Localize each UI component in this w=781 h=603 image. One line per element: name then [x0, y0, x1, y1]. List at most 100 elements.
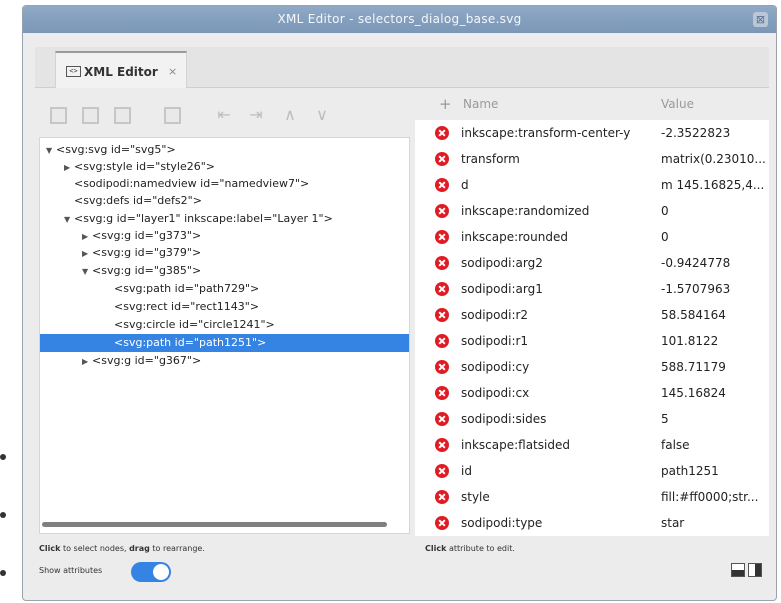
tree-node[interactable]: <svg:rect id="rect1143"> [40, 298, 409, 316]
attribute-value[interactable]: star [661, 516, 769, 530]
delete-attribute-icon[interactable] [435, 126, 449, 140]
attribute-row[interactable]: sodipodi:r1 101.8122 [415, 328, 769, 354]
attribute-row[interactable]: d m 145.16825,4... [415, 172, 769, 198]
duplicate-node-icon[interactable] [111, 104, 133, 126]
attribute-value[interactable]: matrix(0.23010... [661, 152, 769, 166]
attribute-row[interactable]: sodipodi:r2 58.584164 [415, 302, 769, 328]
tab-xml-editor[interactable]: <> XML Editor × [55, 51, 187, 88]
attribute-name[interactable]: sodipodi:arg2 [461, 256, 543, 270]
tree-node[interactable]: <svg:defs id="defs2"> [40, 192, 409, 210]
attribute-name[interactable]: id [461, 464, 472, 478]
layout-vertical-icon[interactable] [748, 563, 762, 577]
tree-node[interactable]: ▼ <svg:g id="g385"> [40, 262, 409, 280]
attribute-value[interactable]: m 145.16825,4... [661, 178, 769, 192]
attribute-value[interactable]: false [661, 438, 769, 452]
attribute-name[interactable]: sodipodi:r2 [461, 308, 528, 322]
attribute-name[interactable]: transform [461, 152, 520, 166]
delete-attribute-icon[interactable] [435, 204, 449, 218]
tree-node[interactable]: ▶ <svg:style id="style26"> [40, 158, 409, 176]
attribute-name[interactable]: sodipodi:cy [461, 360, 529, 374]
new-element-node-icon[interactable] [47, 104, 69, 126]
horizontal-scrollbar[interactable] [42, 522, 387, 527]
attribute-row[interactable]: sodipodi:sides 5 [415, 406, 769, 432]
attribute-name[interactable]: inkscape:transform-center-y [461, 126, 630, 140]
tree-node[interactable]: <svg:circle id="circle1241"> [40, 316, 409, 334]
delete-attribute-icon[interactable] [435, 360, 449, 374]
attribute-value[interactable]: 0 [661, 230, 769, 244]
delete-attribute-icon[interactable] [435, 178, 449, 192]
delete-attribute-icon[interactable] [435, 464, 449, 478]
tree-node-label: <sodipodi:namedview id="namedview7"> [74, 177, 310, 190]
attribute-value[interactable]: path1251 [661, 464, 769, 478]
attribute-value[interactable]: 5 [661, 412, 769, 426]
attribute-row[interactable]: id path1251 [415, 458, 769, 484]
title-bar[interactable]: XML Editor - selectors_dialog_base.svg ⊠ [23, 6, 776, 33]
attribute-name[interactable]: sodipodi:arg1 [461, 282, 543, 296]
attribute-row[interactable]: sodipodi:cx 145.16824 [415, 380, 769, 406]
attribute-row[interactable]: transform matrix(0.23010... [415, 146, 769, 172]
delete-attribute-icon[interactable] [435, 516, 449, 530]
new-text-node-icon[interactable] [79, 104, 101, 126]
attribute-value[interactable]: -2.3522823 [661, 126, 769, 140]
attribute-row[interactable]: sodipodi:cy 588.71179 [415, 354, 769, 380]
attribute-row[interactable]: inkscape:rounded 0 [415, 224, 769, 250]
delete-attribute-icon[interactable] [435, 282, 449, 296]
attribute-name[interactable]: inkscape:randomized [461, 204, 589, 218]
attribute-name[interactable]: sodipodi:r1 [461, 334, 528, 348]
raise-node-icon[interactable]: ∧ [279, 104, 301, 126]
attribute-row[interactable]: style fill:#ff0000;str... [415, 484, 769, 510]
expander-icon[interactable]: ▶ [82, 245, 92, 263]
delete-attribute-icon[interactable] [435, 438, 449, 452]
layout-horizontal-icon[interactable] [731, 563, 745, 577]
attribute-name[interactable]: inkscape:flatsided [461, 438, 570, 452]
tree-node-selected[interactable]: <svg:path id="path1251"> [40, 334, 409, 352]
attribute-name[interactable]: inkscape:rounded [461, 230, 568, 244]
lower-node-icon[interactable]: ∨ [311, 104, 333, 126]
unindent-node-icon[interactable]: ⇤ [213, 104, 235, 126]
tree-node[interactable]: ▶ <svg:g id="g373"> [40, 227, 409, 245]
attribute-row[interactable]: inkscape:transform-center-y -2.3522823 [415, 120, 769, 146]
attribute-name[interactable]: d [461, 178, 469, 192]
show-attributes-toggle[interactable] [131, 562, 171, 582]
attribute-value[interactable]: 0 [661, 204, 769, 218]
window-close-button[interactable]: ⊠ [753, 12, 768, 27]
attribute-name[interactable]: sodipodi:sides [461, 412, 546, 426]
delete-attribute-icon[interactable] [435, 412, 449, 426]
attribute-row[interactable]: sodipodi:arg2 -0.9424778 [415, 250, 769, 276]
attribute-row[interactable]: sodipodi:type star [415, 510, 769, 536]
delete-attribute-icon[interactable] [435, 334, 449, 348]
attribute-row[interactable]: inkscape:flatsided false [415, 432, 769, 458]
delete-attribute-icon[interactable] [435, 230, 449, 244]
tree-node[interactable]: ▼ <svg:g id="layer1" inkscape:label="Laye… [40, 210, 409, 228]
expander-icon[interactable]: ▼ [82, 263, 92, 281]
attribute-name[interactable]: style [461, 490, 490, 504]
delete-node-icon[interactable] [161, 104, 183, 126]
attribute-value[interactable]: 588.71179 [661, 360, 769, 374]
delete-attribute-icon[interactable] [435, 308, 449, 322]
tab-close-icon[interactable]: × [168, 65, 177, 78]
attribute-value[interactable]: -1.5707963 [661, 282, 769, 296]
delete-attribute-icon[interactable] [435, 152, 449, 166]
attribute-value[interactable]: -0.9424778 [661, 256, 769, 270]
attribute-value[interactable]: 145.16824 [661, 386, 769, 400]
attribute-name[interactable]: sodipodi:cx [461, 386, 529, 400]
attribute-row[interactable]: sodipodi:arg1 -1.5707963 [415, 276, 769, 302]
tree-node[interactable]: <svg:path id="path729"> [40, 280, 409, 298]
tree-node[interactable]: ▶ <svg:g id="g367"> [40, 352, 409, 370]
expander-icon[interactable]: ▶ [82, 353, 92, 371]
indent-node-icon[interactable]: ⇥ [245, 104, 267, 126]
tree-node[interactable]: ▼ <svg:svg id="svg5"> [40, 141, 409, 159]
tree-node[interactable]: <sodipodi:namedview id="namedview7"> [40, 175, 409, 193]
tree-node[interactable]: ▶ <svg:g id="g379"> [40, 244, 409, 262]
delete-attribute-icon[interactable] [435, 256, 449, 270]
attribute-value[interactable]: fill:#ff0000;str... [661, 490, 769, 504]
attribute-value[interactable]: 58.584164 [661, 308, 769, 322]
attribute-name[interactable]: sodipodi:type [461, 516, 542, 530]
delete-attribute-icon[interactable] [435, 386, 449, 400]
attribute-row[interactable]: inkscape:randomized 0 [415, 198, 769, 224]
xml-node-tree[interactable]: ▼ <svg:svg id="svg5"> ▶ <svg:style id="sty… [39, 137, 410, 534]
delete-attribute-icon[interactable] [435, 490, 449, 504]
attribute-value[interactable]: 101.8122 [661, 334, 769, 348]
attributes-list[interactable]: inkscape:transform-center-y -2.3522823 tr… [415, 120, 769, 536]
add-attribute-button[interactable]: + [439, 95, 452, 113]
